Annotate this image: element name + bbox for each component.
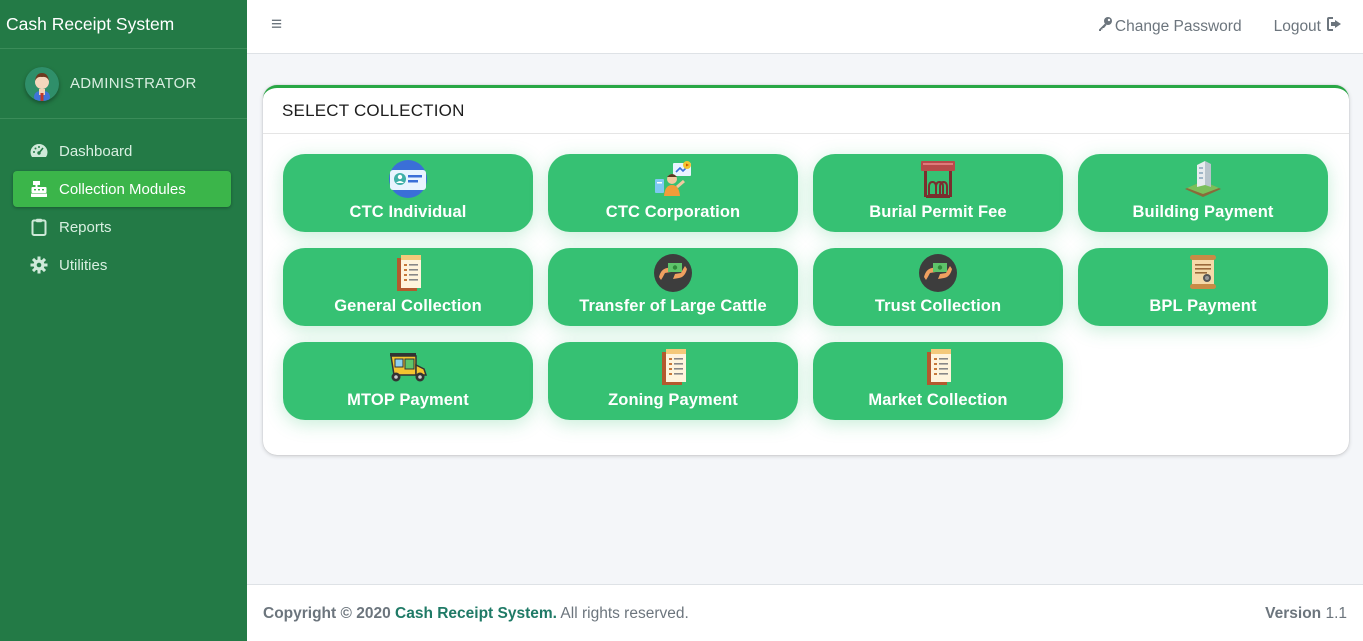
id-card-icon (386, 159, 430, 199)
module-label: Transfer of Large Cattle (579, 297, 767, 315)
app-brand[interactable]: Cash Receipt System (0, 0, 247, 49)
module-label: Trust Collection (874, 297, 1002, 315)
version-info: Version 1.1 (1265, 605, 1347, 623)
version-label: Version (1265, 605, 1322, 622)
top-links: Change Password Logout (1097, 16, 1343, 37)
change-password-link[interactable]: Change Password (1097, 16, 1242, 37)
sidebar-item-label: Collection Modules (59, 180, 186, 198)
rights-text: All rights reserved. (556, 605, 689, 622)
receipt-icon (386, 253, 430, 293)
sign-out-icon (1327, 17, 1343, 36)
module-label: Burial Permit Fee (869, 203, 1007, 221)
footer: Copyright © 2020 Cash Receipt System. Al… (247, 584, 1363, 641)
card-title: SELECT COLLECTION (263, 88, 1349, 134)
cemetery-icon (916, 159, 960, 199)
module-transfer-of-large-cattle[interactable]: Transfer of Large Cattle (548, 248, 798, 326)
footer-brand-link[interactable]: Cash Receipt System. (395, 605, 557, 622)
hamburger-menu-icon[interactable]: ≡ (271, 14, 282, 36)
user-name: ADMINISTRATOR (70, 75, 197, 92)
sidebar-item-label: Reports (59, 218, 112, 236)
module-label: Zoning Payment (608, 391, 738, 409)
module-building-payment[interactable]: Building Payment (1078, 154, 1328, 232)
collection-grid: CTC Individual CTC Corporation Burial Pe… (283, 154, 1328, 420)
module-label: General Collection (334, 297, 482, 315)
sidebar-item-label: Dashboard (59, 142, 133, 160)
module-trust-collection[interactable]: Trust Collection (813, 248, 1063, 326)
cash-register-icon (29, 179, 49, 199)
sidebar-item-label: Utilities (59, 256, 108, 274)
module-label: CTC Individual (349, 203, 467, 221)
gear-icon (29, 255, 49, 275)
scroll-document-icon (1181, 253, 1225, 293)
tachometer-icon (29, 141, 49, 161)
module-zoning-payment[interactable]: Zoning Payment (548, 342, 798, 420)
logout-link[interactable]: Logout (1274, 16, 1343, 37)
module-ctc-individual[interactable]: CTC Individual (283, 154, 533, 232)
module-label: Building Payment (1132, 203, 1274, 221)
key-icon (1097, 16, 1113, 37)
select-collection-card: SELECT COLLECTION CTC Individual CTC Cor… (263, 85, 1349, 455)
module-ctc-corporation[interactable]: CTC Corporation (548, 154, 798, 232)
receipt-icon (916, 347, 960, 387)
topbar: ≡ Change Password Logout (247, 0, 1363, 54)
money-exchange-icon (651, 253, 695, 293)
module-label: Market Collection (868, 391, 1008, 409)
module-burial-permit-fee[interactable]: Burial Permit Fee (813, 154, 1063, 232)
building-icon (1181, 159, 1225, 199)
money-exchange-icon (916, 253, 960, 293)
corporate-presenter-icon (651, 159, 695, 199)
logout-label: Logout (1273, 17, 1321, 35)
version-value: 1.1 (1321, 605, 1347, 622)
sidebar-item-reports[interactable]: Reports (13, 209, 231, 245)
tricycle-icon (386, 347, 430, 387)
sidebar-item-dashboard[interactable]: Dashboard (13, 133, 231, 169)
module-general-collection[interactable]: General Collection (283, 248, 533, 326)
user-panel: ADMINISTRATOR (0, 49, 247, 119)
module-label: MTOP Payment (347, 391, 469, 409)
receipt-icon (651, 347, 695, 387)
copyright: Copyright © 2020 Cash Receipt System. Al… (263, 605, 689, 623)
clipboard-icon (29, 217, 49, 237)
sidebar-item-collection-modules[interactable]: Collection Modules (13, 171, 231, 207)
module-market-collection[interactable]: Market Collection (813, 342, 1063, 420)
module-mtop-payment[interactable]: MTOP Payment (283, 342, 533, 420)
sidebar-nav: Dashboard Collection Modules Reports Uti… (0, 119, 247, 283)
module-label: BPL Payment (1149, 297, 1257, 315)
module-label: CTC Corporation (605, 203, 741, 221)
copyright-prefix: Copyright © 2020 (263, 605, 396, 622)
module-bpl-payment[interactable]: BPL Payment (1078, 248, 1328, 326)
sidebar: Cash Receipt System ADMINISTRATOR Dashbo… (0, 0, 247, 641)
change-password-label: Change Password (1114, 17, 1242, 35)
sidebar-item-utilities[interactable]: Utilities (13, 247, 231, 283)
user-avatar-icon (25, 66, 59, 101)
